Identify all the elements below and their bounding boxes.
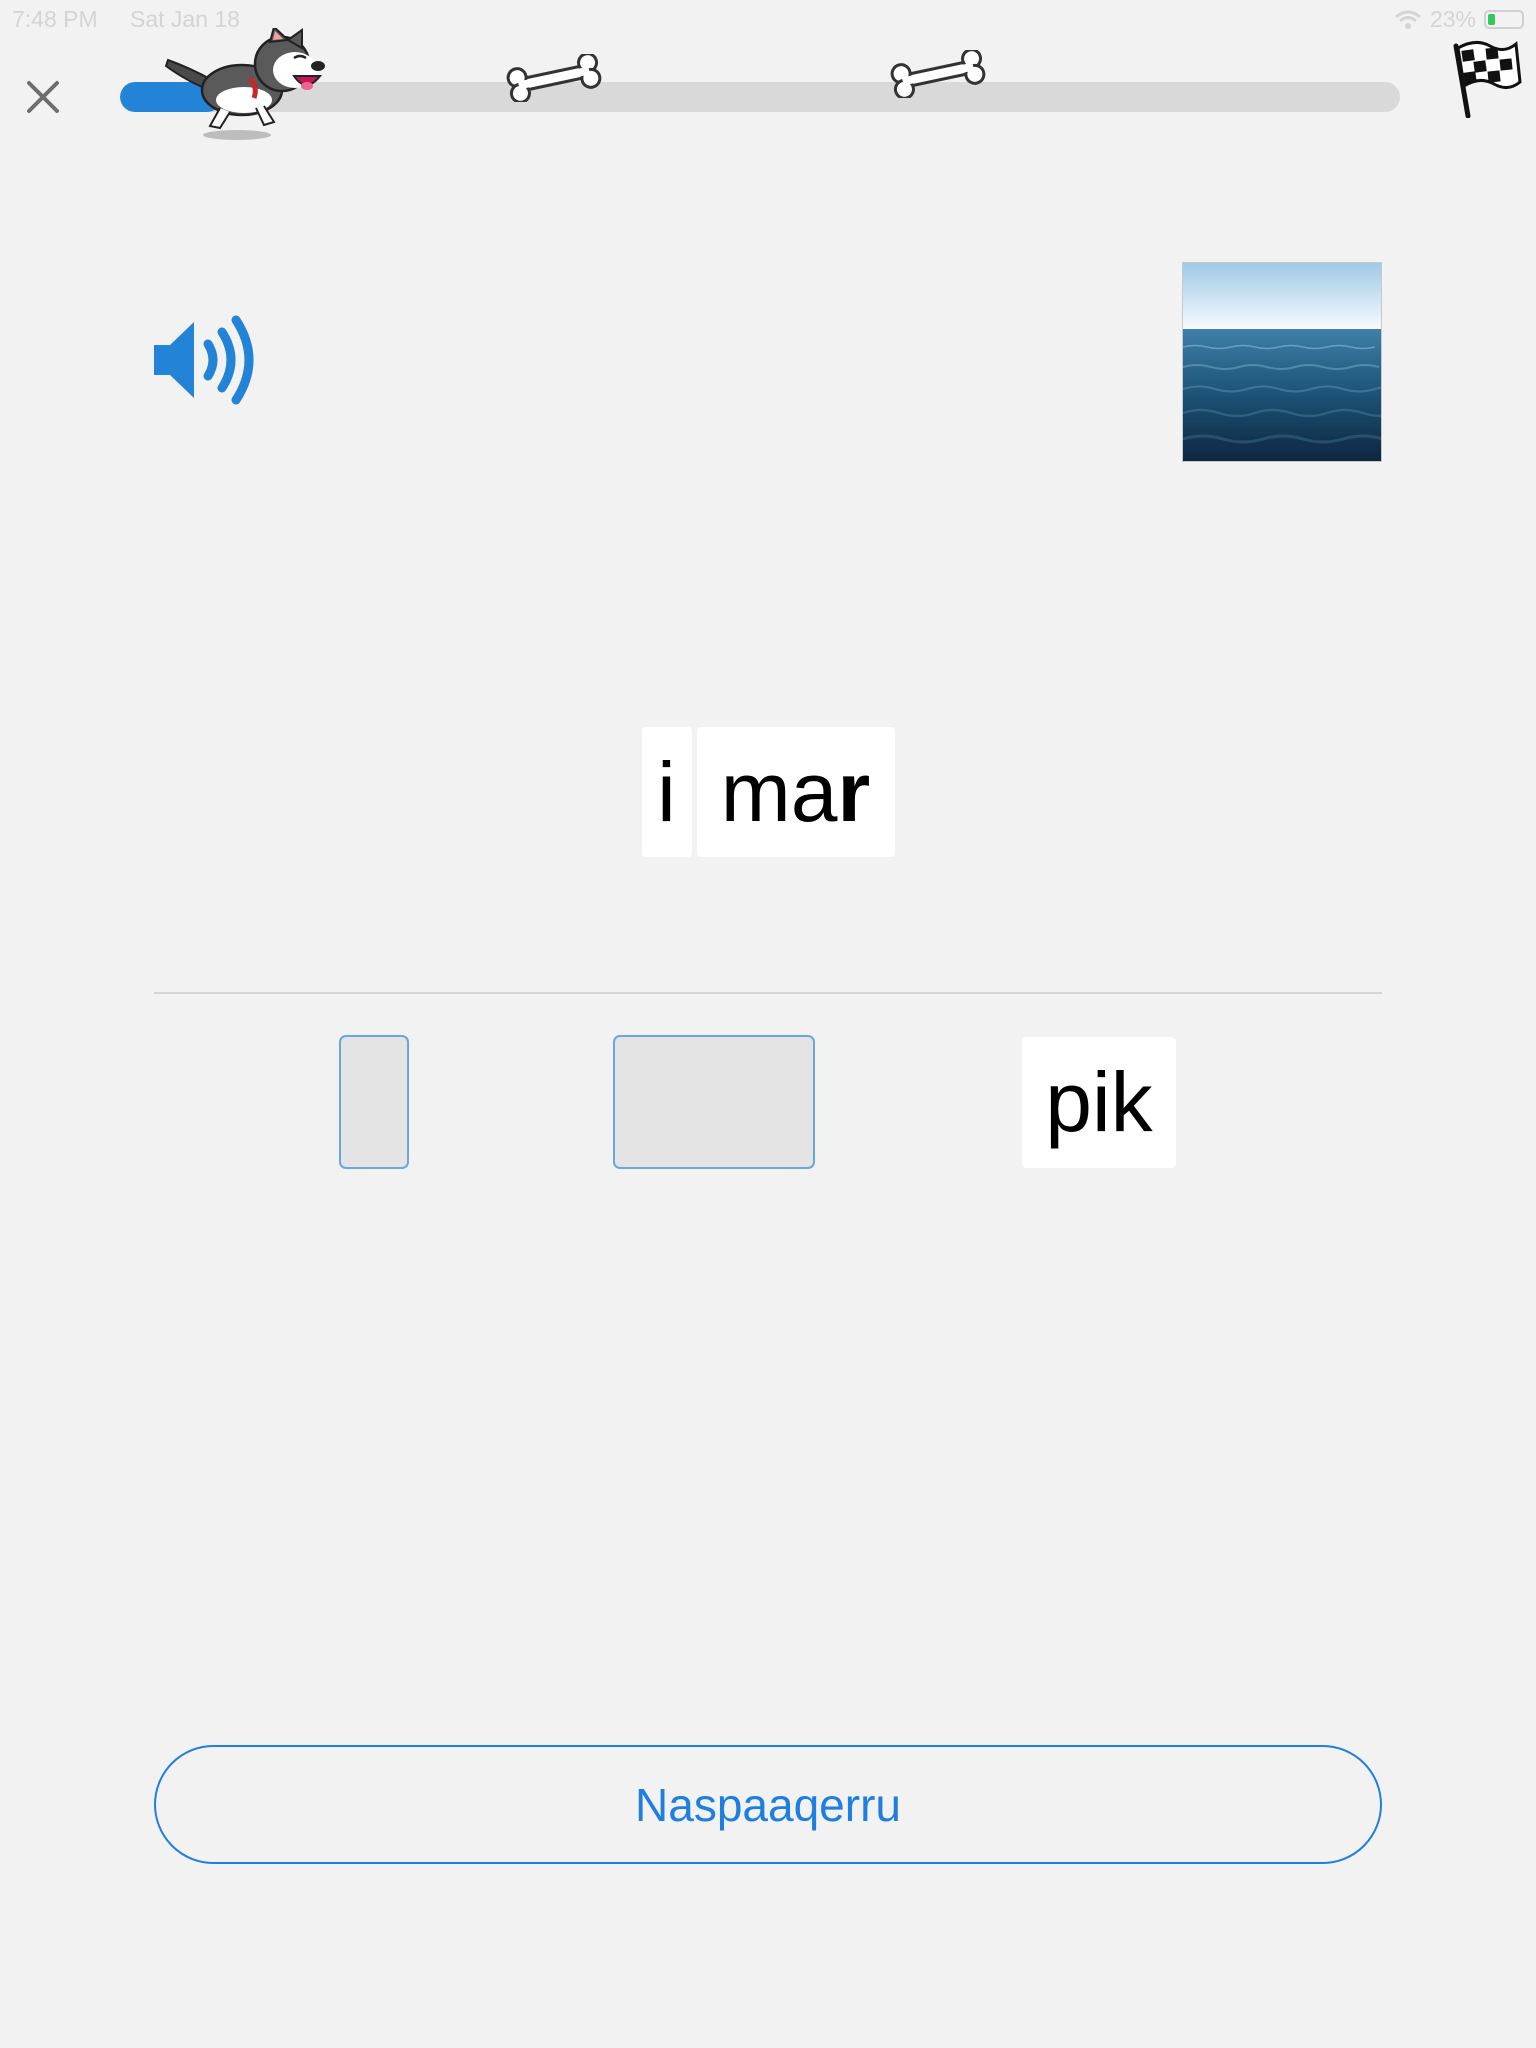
battery-percent: 23% [1429, 6, 1476, 32]
check-answer-button[interactable]: Naspaaqerru [154, 1745, 1382, 1864]
word-tile-text-bold: r [837, 744, 871, 839]
word-tile[interactable]: ma r [696, 727, 895, 857]
wifi-icon [1394, 10, 1421, 29]
check-answer-label: Naspaaqerru [635, 1778, 901, 1831]
divider [154, 992, 1382, 994]
empty-tile-slot[interactable] [339, 1035, 409, 1169]
speaker-volume-icon [154, 315, 254, 405]
status-right: 23% [1394, 6, 1524, 33]
word-tile[interactable]: i [641, 727, 692, 857]
word-tile-text: i [657, 744, 676, 839]
close-icon [27, 81, 59, 113]
word-answer-row: i ma r [0, 727, 1536, 857]
bone-icon [506, 54, 602, 102]
empty-tile-slot[interactable] [613, 1035, 815, 1169]
checkered-flag-icon [1453, 41, 1522, 118]
play-sound-button[interactable] [150, 310, 270, 410]
battery-level [1488, 14, 1496, 25]
status-time: 7:48 PM [12, 6, 98, 32]
sea-picture [1182, 262, 1382, 462]
battery-icon [1484, 10, 1524, 29]
word-tile-text-regular: ma [720, 744, 838, 839]
syllable-option-tile[interactable]: pik [1022, 1037, 1176, 1168]
close-button[interactable] [18, 72, 68, 122]
bone-icon [890, 50, 986, 98]
husky-dog-icon [164, 28, 325, 140]
syllable-option-text: pik [1045, 1055, 1153, 1149]
